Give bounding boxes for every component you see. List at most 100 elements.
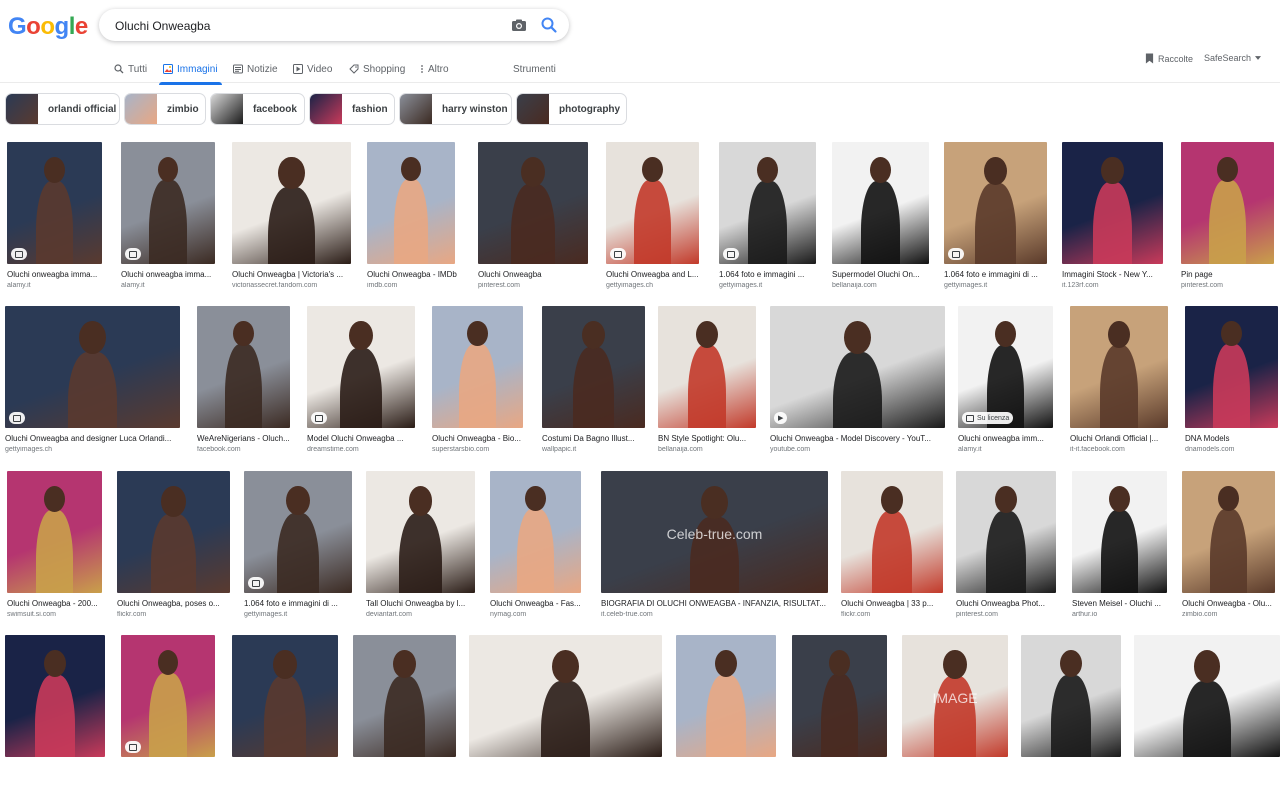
- image-result[interactable]: 1.064 foto e immagini ... gettyimages.it: [719, 142, 816, 294]
- image-result[interactable]: Oluchi Onweagba - Olu... zimbio.com: [1182, 471, 1275, 623]
- result-thumbnail[interactable]: [307, 306, 415, 428]
- result-thumbnail[interactable]: [7, 471, 102, 593]
- result-thumbnail[interactable]: [1021, 635, 1121, 757]
- image-result[interactable]: IMAGE: [902, 635, 1008, 787]
- image-result[interactable]: Tall Oluchi Onweagba by l... deviantart.c…: [366, 471, 475, 623]
- result-thumbnail[interactable]: [7, 142, 102, 264]
- result-title[interactable]: Oluchi onweagba imma...: [121, 270, 223, 279]
- image-result[interactable]: Costumi Da Bagno Illust... wallpapic.it: [542, 306, 645, 458]
- result-title[interactable]: Oluchi Onweagba - Fas...: [490, 599, 589, 608]
- result-title[interactable]: Oluchi Onweagba and L...: [606, 270, 707, 279]
- image-result[interactable]: 1.064 foto e immagini di ... gettyimages.…: [944, 142, 1047, 294]
- result-thumbnail[interactable]: [5, 306, 180, 428]
- related-search-chip[interactable]: orlandi official: [5, 93, 120, 125]
- result-thumbnail[interactable]: [121, 635, 215, 757]
- result-thumbnail[interactable]: [676, 635, 776, 757]
- tab-video[interactable]: Video: [293, 60, 332, 78]
- result-title[interactable]: Pin page: [1181, 270, 1280, 279]
- image-result[interactable]: Oluchi onweagba imma... alamy.it: [7, 142, 102, 294]
- image-result[interactable]: Oluchi Onweagba and L... gettyimages.ch: [606, 142, 699, 294]
- result-thumbnail[interactable]: [469, 635, 662, 757]
- result-thumbnail[interactable]: [478, 142, 588, 264]
- result-thumbnail[interactable]: [1181, 142, 1274, 264]
- image-result[interactable]: BN Style Spotlight: Olu... bellanaija.com: [658, 306, 756, 458]
- image-result[interactable]: Su licenza Oluchi onweagba imm... alamy.it: [958, 306, 1053, 458]
- tab-all[interactable]: Tutti: [114, 60, 147, 78]
- result-title[interactable]: DNA Models: [1185, 434, 1280, 443]
- result-title[interactable]: Oluchi Onweagba - Olu...: [1182, 599, 1280, 608]
- result-thumbnail[interactable]: [792, 635, 887, 757]
- result-title[interactable]: Oluchi Onweagba | Victoria's ...: [232, 270, 359, 279]
- result-title[interactable]: WeAreNigerians - Oluch...: [197, 434, 298, 443]
- tab-more[interactable]: Altro: [420, 60, 449, 78]
- related-search-chip[interactable]: fashion: [309, 93, 395, 125]
- result-title[interactable]: Oluchi onweagba imma...: [7, 270, 110, 279]
- image-result[interactable]: WeAreNigerians - Oluch... facebook.com: [197, 306, 290, 458]
- result-title[interactable]: 1.064 foto e immagini ...: [719, 270, 824, 279]
- result-thumbnail[interactable]: [117, 471, 230, 593]
- result-title[interactable]: Oluchi Onweagba - 200...: [7, 599, 110, 608]
- result-thumbnail[interactable]: [244, 471, 352, 593]
- related-search-chip[interactable]: zimbio: [124, 93, 206, 125]
- image-result[interactable]: Oluchi Onweagba - Bio... superstarsbio.co…: [432, 306, 523, 458]
- related-search-chip[interactable]: harry winston: [399, 93, 512, 125]
- tab-images[interactable]: Immagini: [159, 60, 222, 85]
- result-title[interactable]: Steven Meisel - Oluchi ...: [1072, 599, 1175, 608]
- result-thumbnail[interactable]: [832, 142, 929, 264]
- result-thumbnail[interactable]: [232, 635, 338, 757]
- result-thumbnail[interactable]: [956, 471, 1056, 593]
- image-result[interactable]: Oluchi Onweagba - 200... swimsuit.si.com: [7, 471, 102, 623]
- image-result[interactable]: Oluchi Onweagba - Fas... nymag.com: [490, 471, 581, 623]
- result-title[interactable]: Immagini Stock - New Y...: [1062, 270, 1171, 279]
- image-result[interactable]: Celeb-true.com BIOGRAFIA DI OLUCHI ONWEAG…: [601, 471, 828, 623]
- result-thumbnail[interactable]: [1072, 471, 1167, 593]
- result-title[interactable]: Oluchi Onweagba - Model Discovery - YouT…: [770, 434, 953, 443]
- image-result[interactable]: 1.064 foto e immagini di ... gettyimages.…: [244, 471, 352, 623]
- image-result[interactable]: Oluchi Onweagba pinterest.com: [478, 142, 588, 294]
- result-thumbnail[interactable]: [490, 471, 581, 593]
- search-icon[interactable]: [540, 16, 558, 34]
- result-title[interactable]: Oluchi Orlandi Official |...: [1070, 434, 1176, 443]
- result-thumbnail[interactable]: [1070, 306, 1168, 428]
- image-result[interactable]: Supermodel Oluchi On... bellanaija.com: [832, 142, 929, 294]
- result-thumbnail[interactable]: [1062, 142, 1163, 264]
- image-result[interactable]: Oluchi Onweagba Phot... pinterest.com: [956, 471, 1056, 623]
- image-result[interactable]: Oluchi Onweagba | Victoria's ... victoria…: [232, 142, 351, 294]
- result-title[interactable]: Oluchi Onweagba: [478, 270, 596, 279]
- result-title[interactable]: Oluchi Onweagba and designer Luca Orland…: [5, 434, 188, 443]
- image-result[interactable]: [1021, 635, 1121, 787]
- result-thumbnail[interactable]: [719, 142, 816, 264]
- image-result[interactable]: [353, 635, 456, 787]
- result-title[interactable]: Tall Oluchi Onweagba by l...: [366, 599, 483, 608]
- image-result[interactable]: [469, 635, 662, 787]
- image-result[interactable]: Oluchi Onweagba | 33 p... flickr.com: [841, 471, 943, 623]
- search-input[interactable]: [113, 15, 497, 37]
- result-title[interactable]: Oluchi Onweagba - IMDb: [367, 270, 463, 279]
- result-title[interactable]: Model Oluchi Onweagba ...: [307, 434, 423, 443]
- image-result[interactable]: Model Oluchi Onweagba ... dreamstime.com: [307, 306, 415, 458]
- image-result[interactable]: [232, 635, 338, 787]
- image-result[interactable]: Pin page pinterest.com: [1181, 142, 1274, 294]
- image-result[interactable]: ▶ Oluchi Onweagba - Model Discovery - You…: [770, 306, 945, 458]
- result-title[interactable]: Supermodel Oluchi On...: [832, 270, 937, 279]
- result-thumbnail[interactable]: ▶: [770, 306, 945, 428]
- collections-button[interactable]: Raccolte: [1145, 53, 1193, 64]
- result-thumbnail[interactable]: [353, 635, 456, 757]
- result-thumbnail[interactable]: [197, 306, 290, 428]
- image-result[interactable]: Oluchi onweagba imma... alamy.it: [121, 142, 215, 294]
- result-title[interactable]: Oluchi Onweagba, poses o...: [117, 599, 238, 608]
- result-title[interactable]: Oluchi Onweagba Phot...: [956, 599, 1064, 608]
- image-result[interactable]: Oluchi Orlandi Official |... it-it.facebo…: [1070, 306, 1168, 458]
- result-thumbnail[interactable]: [1182, 471, 1275, 593]
- result-title[interactable]: Oluchi Onweagba | 33 p...: [841, 599, 951, 608]
- image-result[interactable]: Immagini Stock - New Y... it.123rf.com: [1062, 142, 1163, 294]
- image-result[interactable]: [1134, 635, 1280, 787]
- camera-icon[interactable]: [511, 17, 527, 33]
- image-result[interactable]: Steven Meisel - Oluchi ... arthur.io: [1072, 471, 1167, 623]
- result-thumbnail[interactable]: [944, 142, 1047, 264]
- image-result[interactable]: [792, 635, 887, 787]
- image-result[interactable]: [121, 635, 215, 787]
- result-thumbnail[interactable]: [367, 142, 455, 264]
- tab-news[interactable]: Notizie: [233, 60, 278, 78]
- result-title[interactable]: 1.064 foto e immagini di ...: [244, 599, 360, 608]
